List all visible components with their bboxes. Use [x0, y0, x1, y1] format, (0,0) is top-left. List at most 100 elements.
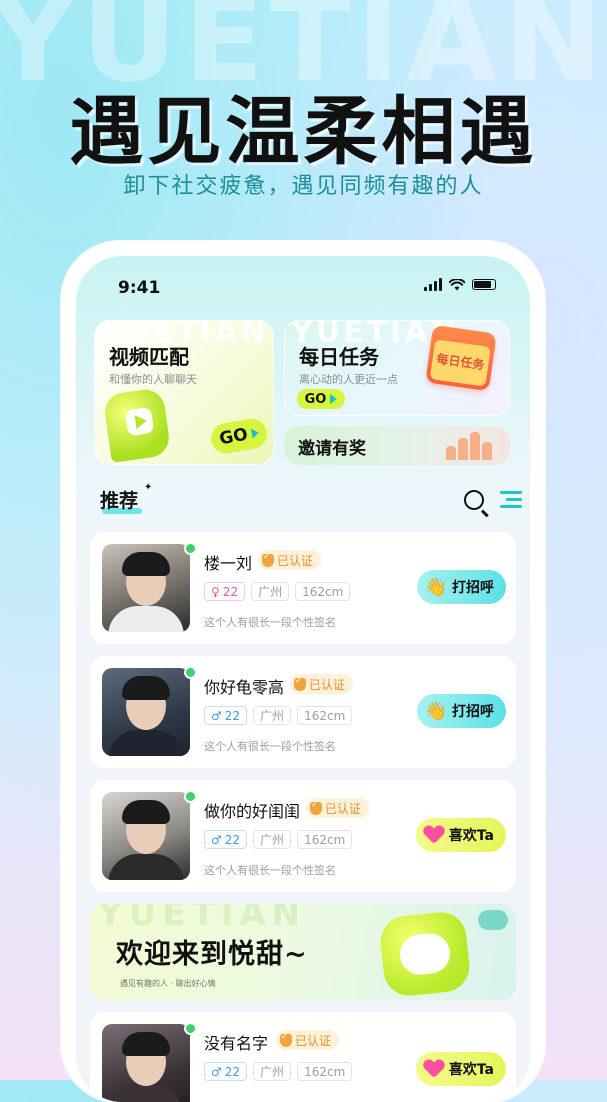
calendar-icon: 每日任务	[425, 324, 497, 392]
gender-age-tag: ♂ 22	[204, 1062, 248, 1081]
like-button[interactable]: 喜欢Ta	[415, 1052, 506, 1086]
greet-label: 打招呼	[452, 704, 494, 720]
verified-label: 已认证	[277, 553, 314, 568]
user-card[interactable]: 没有名字 已认证 ♂22 广州 162cm 喜欢Ta	[90, 1012, 516, 1102]
user-tags: ♂ 22 广州 162cm	[204, 706, 353, 725]
male-icon: ♂	[211, 1064, 222, 1079]
verified-badge: 已认证	[276, 1030, 340, 1050]
user-tags: ♂ 22 广州 162cm	[204, 1062, 353, 1081]
user-signature: 这个人有很长一段个性签名	[204, 616, 336, 629]
female-icon: ♀	[211, 584, 220, 599]
banner-subtitle: 遇见有趣的人 · 聊出好心情	[120, 979, 216, 988]
welcome-banner[interactable]: YUETIAN 欢迎来到悦甜~ 遇见有趣的人 · 聊出好心情	[90, 904, 516, 1000]
avatar[interactable]	[102, 668, 190, 756]
waving-hand-icon: 👋	[424, 700, 447, 722]
greet-label: 打招呼	[452, 580, 494, 596]
invite-reward-title: 邀请有奖	[298, 439, 366, 459]
online-status-dot	[184, 542, 197, 555]
verified-label: 已认证	[295, 1033, 332, 1048]
verified-badge: 已认证	[290, 674, 354, 694]
daily-task-go-button[interactable]: GO	[297, 389, 345, 409]
video-chat-icon	[102, 387, 172, 463]
shield-check-icon	[310, 800, 322, 815]
heart-icon	[424, 826, 444, 844]
gender-age-tag: ♀ 22	[204, 582, 246, 601]
verified-badge: 已认证	[306, 798, 370, 818]
city-tag: 广州	[253, 706, 292, 725]
section-title-recommend[interactable]: 推荐	[100, 486, 138, 513]
chat-bubble-mascot-icon	[378, 909, 472, 999]
video-match-card[interactable]: YUETIAN 视频匹配 和懂你的人聊聊天 GO	[94, 320, 274, 465]
calendar-label: 每日任务	[435, 351, 486, 373]
battery-icon	[472, 279, 496, 290]
age-value: 22	[224, 708, 241, 723]
city-tag: 广州	[253, 1062, 292, 1081]
user-tags: ♂ 22 广州 162cm	[204, 830, 353, 849]
user-name: 做你的好闺闺	[204, 802, 301, 821]
height-tag: 162cm	[297, 830, 353, 849]
user-name: 楼一刘	[204, 554, 253, 573]
greet-button[interactable]: 👋 打招呼	[416, 694, 506, 728]
city-tag: 广州	[253, 830, 292, 849]
gender-age-tag: ♂ 22	[204, 706, 248, 725]
app-screen: 9:41 YUETIAN 视频匹配 和懂你的人聊聊天 GO YUETIAN 每日…	[76, 256, 530, 1102]
arrow-right-icon	[250, 427, 260, 439]
user-card[interactable]: 你好龟零高 已认证 ♂22 广州 162cm 这个人有很长一段个性签名 👋 打招…	[90, 656, 516, 768]
video-match-subtitle: 和懂你的人聊聊天	[109, 373, 197, 386]
chat-bubble-icon	[478, 910, 508, 930]
waving-hand-icon: 👋	[424, 576, 447, 598]
shield-check-icon	[280, 1032, 292, 1047]
user-signature: 这个人有很长一段个性签名	[204, 740, 336, 753]
verified-label: 已认证	[309, 677, 346, 692]
go-label: GO	[217, 424, 250, 450]
search-icon[interactable]	[464, 490, 484, 510]
like-button[interactable]: 喜欢Ta	[415, 818, 506, 852]
promo-headline: 遇见温柔相遇	[69, 89, 538, 175]
shield-check-icon	[262, 552, 274, 567]
video-match-title: 视频匹配	[109, 345, 189, 369]
user-name: 你好龟零高	[204, 678, 285, 697]
online-status-dot	[184, 790, 197, 803]
city-tag: 广州	[251, 582, 290, 601]
gender-age-tag: ♂ 22	[204, 830, 248, 849]
go-label: GO	[304, 391, 327, 407]
age-value: 22	[224, 832, 241, 847]
heart-icon	[424, 1060, 444, 1078]
arrow-right-icon	[330, 394, 338, 404]
filter-icon[interactable]	[500, 490, 522, 508]
user-card[interactable]: 楼一刘 已认证 ♀22 广州 162cm 这个人有很长一段个性签名 👋 打招呼	[90, 532, 516, 644]
shield-check-icon	[294, 676, 306, 691]
verified-label: 已认证	[325, 801, 362, 816]
gift-icon	[446, 430, 498, 460]
daily-task-subtitle: 离心动的人更近一点	[299, 373, 398, 386]
online-status-dot	[184, 1022, 197, 1035]
banner-watermark: YUETIAN	[98, 904, 307, 934]
banner-title: 欢迎来到悦甜~	[116, 939, 308, 970]
invite-reward-card[interactable]: 邀请有奖	[284, 426, 510, 465]
like-label: 喜欢Ta	[448, 1062, 494, 1078]
daily-task-card[interactable]: YUETIAN 每日任务 离心动的人更近一点 GO 每日任务	[284, 320, 510, 416]
cellular-signal-icon	[424, 278, 442, 291]
wifi-icon	[449, 278, 465, 290]
verified-badge: 已认证	[258, 550, 322, 570]
user-signature: 这个人有很长一段个性签名	[204, 864, 336, 877]
status-icons	[424, 278, 496, 291]
height-tag: 162cm	[297, 1062, 353, 1081]
avatar[interactable]	[102, 1024, 190, 1102]
status-time: 9:41	[118, 278, 161, 298]
greet-button[interactable]: 👋 打招呼	[416, 570, 506, 604]
avatar[interactable]	[102, 792, 190, 880]
video-match-go-button[interactable]: GO	[208, 416, 270, 456]
like-label: 喜欢Ta	[448, 828, 494, 844]
male-icon: ♂	[211, 832, 222, 847]
height-tag: 162cm	[297, 706, 353, 725]
avatar[interactable]	[102, 544, 190, 632]
promo-subheadline: 卸下社交疲惫，遇见同频有趣的人	[123, 174, 484, 199]
sparkle-icon: ✦	[144, 482, 153, 493]
age-value: 22	[224, 1064, 241, 1079]
height-tag: 162cm	[295, 582, 351, 601]
user-tags: ♀ 22 广州 162cm	[204, 582, 351, 601]
male-icon: ♂	[211, 708, 222, 723]
user-name: 没有名字	[204, 1034, 269, 1053]
user-card[interactable]: 做你的好闺闺 已认证 ♂22 广州 162cm 这个人有很长一段个性签名 喜欢T…	[90, 780, 516, 892]
